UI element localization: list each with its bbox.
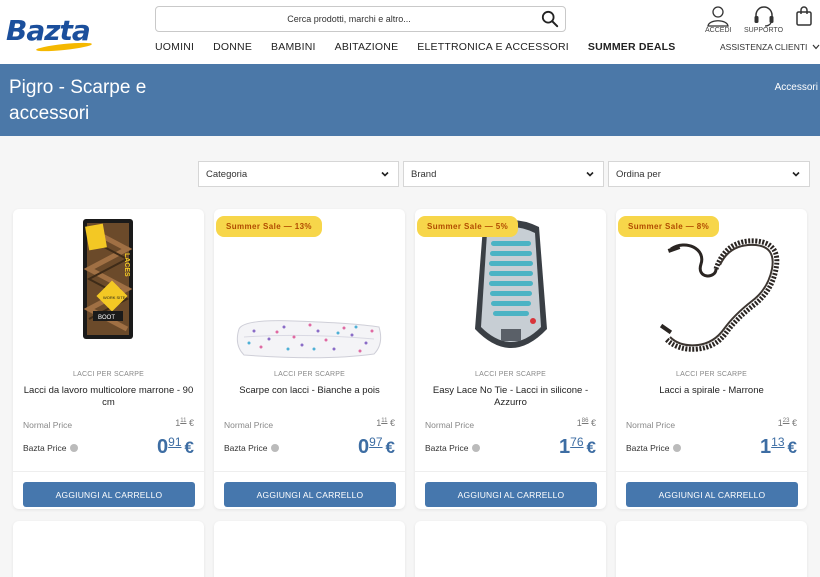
add-to-cart-button[interactable]: AGGIUNGI AL CARRELLO xyxy=(626,482,798,507)
product-card[interactable]: Summer Sale — 8% LACCI PER SCARPE Lacci … xyxy=(616,209,807,509)
normal-price: 111 € xyxy=(376,418,395,428)
product-card[interactable]: LACES BOOT WORK SITE LACCI PER SCARPE La… xyxy=(13,209,204,509)
user-icon xyxy=(707,6,729,27)
bazta-price-label: Bazta Price xyxy=(224,443,280,453)
product-card[interactable] xyxy=(214,521,405,577)
add-to-cart-button[interactable]: AGGIUNGI AL CARRELLO xyxy=(224,482,396,507)
product-card[interactable]: Summer Sale — 13% LACCI PER SCARPE Scarp… xyxy=(214,209,405,509)
breadcrumb[interactable]: Accessori xyxy=(775,82,818,93)
support-link[interactable]: SUPPORTO xyxy=(744,5,783,34)
search-input[interactable] xyxy=(164,10,534,28)
nav-item-bambini[interactable]: BAMBINI xyxy=(271,41,316,55)
sort-filter[interactable]: Ordina per xyxy=(608,161,810,187)
account-label: ACCEDI xyxy=(705,27,732,34)
nav-item-summer-deals[interactable]: SUMMER DEALS xyxy=(588,41,676,55)
product-category: LACCI PER SCARPE xyxy=(676,371,747,378)
card-divider xyxy=(13,471,204,472)
product-image[interactable]: LACES BOOT WORK SITE xyxy=(13,209,204,369)
chevron-down-icon xyxy=(381,171,389,177)
bazta-price: 097 € xyxy=(358,435,395,458)
brand-filter[interactable]: Brand xyxy=(403,161,604,187)
headset-icon xyxy=(754,6,774,27)
chevron-down-icon xyxy=(586,171,594,177)
product-name[interactable]: Lacci da lavoro multicolore marrone - 90… xyxy=(21,385,196,409)
assistance-label: ASSISTENZA CLIENTI xyxy=(720,42,808,52)
category-banner: Pigro - Scarpe e accessori Accessori xyxy=(0,64,820,136)
info-icon[interactable] xyxy=(70,444,79,452)
chevron-down-icon xyxy=(812,44,820,50)
sort-filter-label: Ordina per xyxy=(616,169,661,180)
brand-filter-label: Brand xyxy=(411,169,437,180)
bazta-logo[interactable]: Bazta xyxy=(6,14,93,53)
nav-item-elettronica[interactable]: ELETTRONICA E ACCESSORI xyxy=(417,41,569,55)
customer-assistance-menu[interactable]: ASSISTENZA CLIENTI xyxy=(720,42,820,52)
product-name[interactable]: Scarpe con lacci - Bianche a pois xyxy=(222,385,397,397)
bazta-price: 113 € xyxy=(760,435,797,458)
package-boot-text: BOOT xyxy=(98,315,115,321)
search-icon[interactable] xyxy=(541,10,559,28)
chevron-down-icon xyxy=(792,171,800,177)
info-icon[interactable] xyxy=(271,444,280,452)
info-icon[interactable] xyxy=(673,444,682,452)
category-filter[interactable]: Categoria xyxy=(198,161,399,187)
normal-price: 111 € xyxy=(175,418,194,428)
shopping-bag-icon xyxy=(796,6,812,26)
nav-item-abitazione[interactable]: ABITAZIONE xyxy=(335,41,399,55)
page-title: Pigro - Scarpe e accessori xyxy=(9,77,147,124)
product-card[interactable] xyxy=(415,521,606,577)
package-tag-text: WORK SITE xyxy=(103,295,126,300)
bazta-price-label: Bazta Price xyxy=(23,443,79,453)
main-nav: UOMINI DONNE BAMBINI ABITAZIONE ELETTRON… xyxy=(155,41,695,55)
bazta-price-label: Bazta Price xyxy=(425,443,481,453)
package-laces-text: LACES xyxy=(123,253,130,277)
card-divider xyxy=(415,471,606,472)
normal-price-label: Normal Price xyxy=(224,420,274,430)
product-name[interactable]: Easy Lace No Tie - Lacci in silicone - A… xyxy=(423,385,598,409)
card-divider xyxy=(616,471,807,472)
bazta-price-label: Bazta Price xyxy=(626,443,682,453)
sale-badge: Summer Sale — 13% xyxy=(216,216,322,237)
bazta-price: 176 € xyxy=(559,435,596,458)
product-card[interactable] xyxy=(13,521,204,577)
normal-price: 123 € xyxy=(777,418,797,428)
normal-price-label: Normal Price xyxy=(425,420,475,430)
product-card[interactable] xyxy=(616,521,807,577)
product-card[interactable]: Summer Sale — 5% LACCI PER SCARPE Easy L… xyxy=(415,209,606,509)
product-name[interactable]: Lacci a spirale - Marrone xyxy=(624,385,799,397)
sale-badge: Summer Sale — 5% xyxy=(417,216,519,237)
normal-price: 186 € xyxy=(576,418,596,428)
card-divider xyxy=(214,471,405,472)
sale-badge: Summer Sale — 8% xyxy=(618,216,720,237)
nav-item-donne[interactable]: DONNE xyxy=(213,41,252,55)
add-to-cart-button[interactable]: AGGIUNGI AL CARRELLO xyxy=(23,482,195,507)
product-category: LACCI PER SCARPE xyxy=(475,371,546,378)
account-link[interactable]: ACCEDI xyxy=(705,5,731,34)
cart-link[interactable] xyxy=(795,5,813,27)
normal-price-label: Normal Price xyxy=(23,420,73,430)
normal-price-label: Normal Price xyxy=(626,420,676,430)
support-label: SUPPORTO xyxy=(744,27,784,34)
site-header: Bazta UOMINI DONNE BAMBINI ABITAZIONE EL… xyxy=(0,0,820,64)
search-bar xyxy=(155,6,566,32)
product-category: LACCI PER SCARPE xyxy=(274,371,345,378)
info-icon[interactable] xyxy=(472,444,481,452)
category-filter-label: Categoria xyxy=(206,169,248,180)
nav-item-uomini[interactable]: UOMINI xyxy=(155,41,194,55)
product-category: LACCI PER SCARPE xyxy=(73,371,144,378)
bazta-price: 091 € xyxy=(157,435,194,458)
add-to-cart-button[interactable]: AGGIUNGI AL CARRELLO xyxy=(425,482,597,507)
